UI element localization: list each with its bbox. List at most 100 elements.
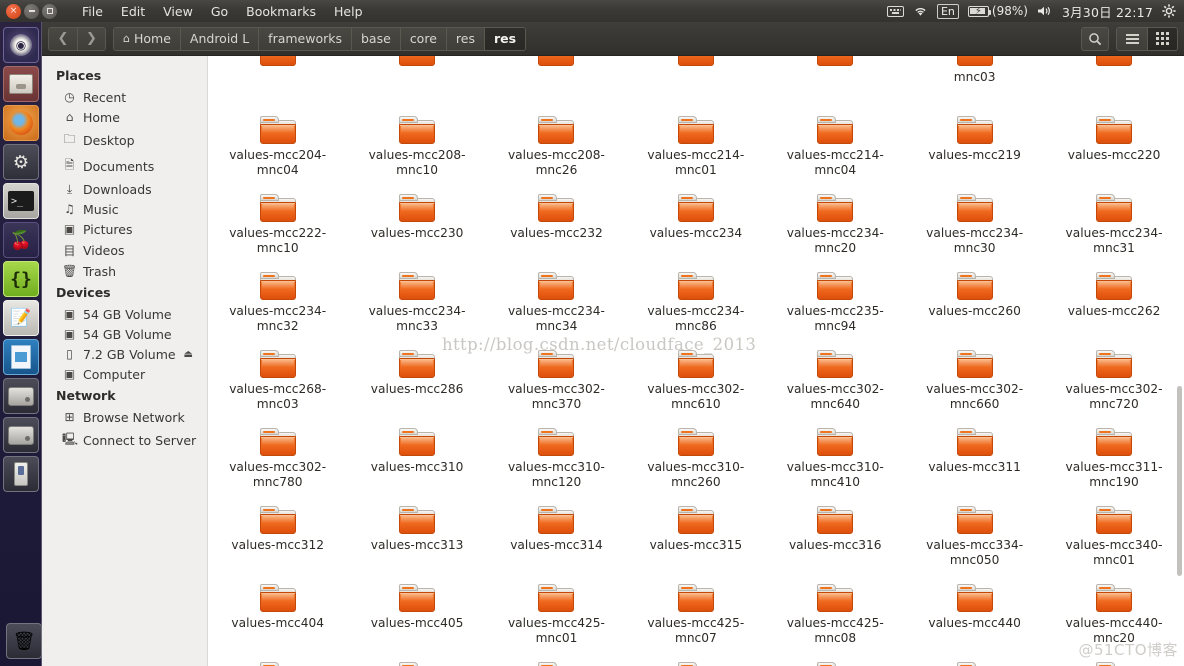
file-item[interactable]: values-mcc310-mnc260 <box>626 422 765 500</box>
file-item[interactable]: values-mcc425-mnc07 <box>626 578 765 656</box>
file-item[interactable]: values-mcc310-mnc410 <box>766 422 905 500</box>
file-item[interactable]: values-mcc260 <box>905 266 1044 344</box>
file-item[interactable]: values-mcc310 <box>347 422 486 500</box>
grid-view-button[interactable] <box>1147 27 1177 50</box>
launcher-item-system-tools[interactable]: ⚙ <box>3 144 39 180</box>
launcher-item-dash-home[interactable]: ◉ <box>3 27 39 63</box>
file-item[interactable]: values-mcc405 <box>347 578 486 656</box>
breadcrumb-item-android-l[interactable]: Android L <box>179 27 259 50</box>
back-button[interactable]: ❮ <box>49 27 77 50</box>
file-item[interactable]: values-mcc230 <box>347 188 486 266</box>
sidebar-item-recent[interactable]: ◷ Recent <box>42 87 207 107</box>
scrollbar-thumb[interactable] <box>1177 386 1182 576</box>
sidebar-item-computer[interactable]: ▣ Computer <box>42 364 207 384</box>
menu-go[interactable]: Go <box>202 2 237 21</box>
file-item[interactable]: values-mcc234-mnc30 <box>905 188 1044 266</box>
file-item[interactable]: values-mcc234-mnc86 <box>626 266 765 344</box>
file-item[interactable]: values-mcc235-mnc94 <box>766 266 905 344</box>
file-item[interactable]: values-mcc302-mnc780 <box>208 422 347 500</box>
file-item[interactable]: values-mcc234-mnc32 <box>208 266 347 344</box>
launcher-item-text-editor[interactable]: 📝 <box>3 300 39 336</box>
file-item[interactable]: values-mcc425-mnc01 <box>487 578 626 656</box>
file-item[interactable]: values-mcc234 <box>626 188 765 266</box>
file-item[interactable]: values-mcc440 <box>905 578 1044 656</box>
file-item[interactable]: values-mcc208-mnc26 <box>487 110 626 188</box>
launcher-item-trash[interactable]: 🗑 <box>6 623 42 659</box>
file-item[interactable]: values-mcc310-mnc120 <box>487 422 626 500</box>
menu-view[interactable]: View <box>154 2 202 21</box>
menu-edit[interactable]: Edit <box>112 2 154 21</box>
file-item[interactable]: values-mcc316 <box>766 500 905 578</box>
minimize-button[interactable] <box>24 3 39 19</box>
file-item[interactable]: values-mcc222-mnc10 <box>208 188 347 266</box>
sidebar-item-pictures[interactable]: ▣ Pictures <box>42 219 207 239</box>
sidebar-item-volume-54gb-b[interactable]: ▣ 54 GB Volume <box>42 324 207 344</box>
file-item[interactable]: values-mcc214-mnc04 <box>766 110 905 188</box>
file-item[interactable]: values-mcc302-mnc370 <box>487 344 626 422</box>
menu-help[interactable]: Help <box>325 2 372 21</box>
file-item[interactable]: values-mcc204-mnc04 <box>208 110 347 188</box>
launcher-item-volume-54gb-b[interactable] <box>3 417 39 453</box>
clock[interactable]: 3月30日 22:17 <box>1062 2 1153 21</box>
file-item[interactable]: values-mcc234-mnc33 <box>347 266 486 344</box>
launcher-item-code-editor[interactable]: {} <box>3 261 39 297</box>
breadcrumb-item-res[interactable]: res <box>445 27 484 50</box>
sidebar-item-videos[interactable]: 目 Videos <box>42 239 207 261</box>
sidebar-item-documents[interactable]: 🗎 Documents <box>42 153 207 179</box>
launcher-item-libreoffice-writer[interactable] <box>3 339 39 375</box>
file-item[interactable]: values-mcc311 <box>905 422 1044 500</box>
file-grid-area[interactable]: mnc03 values-mcc204-mnc04 values-mcc208-mn… <box>208 56 1184 666</box>
launcher-item-cherrytree[interactable]: 🍒 <box>3 222 39 258</box>
file-item[interactable]: values-mcc234-mnc20 <box>766 188 905 266</box>
file-item[interactable]: values-mcc314 <box>487 500 626 578</box>
file-item[interactable]: values-mcc234-mnc34 <box>487 266 626 344</box>
file-item[interactable]: values-mcc286 <box>347 344 486 422</box>
breadcrumb-item-res-current[interactable]: res <box>483 27 526 50</box>
file-item[interactable]: values-mcc302-mnc610 <box>626 344 765 422</box>
breadcrumb-item-core[interactable]: core <box>399 27 446 50</box>
file-item[interactable]: values-mcc234-mnc31 <box>1044 188 1183 266</box>
file-item[interactable]: values-mcc262 <box>1044 266 1183 344</box>
breadcrumb-item-home[interactable]: ⌂ Home <box>114 27 180 50</box>
input-language-indicator[interactable]: En <box>936 3 959 19</box>
file-item[interactable]: values-mcc302-mnc640 <box>766 344 905 422</box>
sidebar-item-connect-to-server[interactable]: 🖳 Connect to Server <box>42 427 207 453</box>
file-item[interactable]: values-mcc334-mnc050 <box>905 500 1044 578</box>
launcher-item-firefox[interactable] <box>3 105 39 141</box>
file-item[interactable]: values-mcc302-mnc720 <box>1044 344 1183 422</box>
file-item[interactable]: values-mcc268-mnc03 <box>208 344 347 422</box>
volume-icon[interactable] <box>1037 5 1053 17</box>
sidebar-item-music[interactable]: ♫ Music <box>42 199 207 219</box>
menu-file[interactable]: File <box>73 2 112 21</box>
sidebar-item-volume-7-2gb[interactable]: ▯ 7.2 GB Volume ⏏ <box>42 344 207 364</box>
list-view-button[interactable] <box>1117 27 1147 50</box>
launcher-item-volume-54gb-a[interactable] <box>3 378 39 414</box>
forward-button[interactable]: ❯ <box>77 27 105 50</box>
launcher-item-terminal[interactable]: >_ <box>3 183 39 219</box>
file-item[interactable]: values-mcc220 <box>1044 110 1183 188</box>
file-item[interactable]: values-mcc311-mnc190 <box>1044 422 1183 500</box>
sidebar-item-trash[interactable]: 🗑 Trash <box>42 261 207 281</box>
file-item[interactable]: values-mcc425-mnc08 <box>766 578 905 656</box>
file-item[interactable]: values-mcc313 <box>347 500 486 578</box>
file-item[interactable]: values-mcc312 <box>208 500 347 578</box>
eject-icon[interactable]: ⏏ <box>184 349 197 360</box>
file-item[interactable]: values-mcc208-mnc10 <box>347 110 486 188</box>
wifi-icon[interactable] <box>913 5 928 17</box>
keyboard-icon[interactable] <box>886 5 904 17</box>
maximize-button[interactable] <box>42 3 57 19</box>
menu-bookmarks[interactable]: Bookmarks <box>237 2 325 21</box>
launcher-item-usb-volume[interactable] <box>3 456 39 492</box>
sidebar-item-desktop[interactable]: 🗀 Desktop <box>42 127 207 153</box>
sidebar-item-downloads[interactable]: ⤓ Downloads <box>42 179 207 199</box>
breadcrumb-item-base[interactable]: base <box>351 27 400 50</box>
file-item[interactable]: values-mcc302-mnc660 <box>905 344 1044 422</box>
launcher-item-files[interactable] <box>3 66 39 102</box>
file-item[interactable]: values-mcc232 <box>487 188 626 266</box>
file-item[interactable]: values-mcc404 <box>208 578 347 656</box>
file-item[interactable]: values-mcc315 <box>626 500 765 578</box>
search-button[interactable] <box>1081 26 1109 51</box>
file-item[interactable]: values-mcc214-mnc01 <box>626 110 765 188</box>
breadcrumb-item-frameworks[interactable]: frameworks <box>258 27 351 50</box>
gear-icon[interactable] <box>1162 4 1176 18</box>
